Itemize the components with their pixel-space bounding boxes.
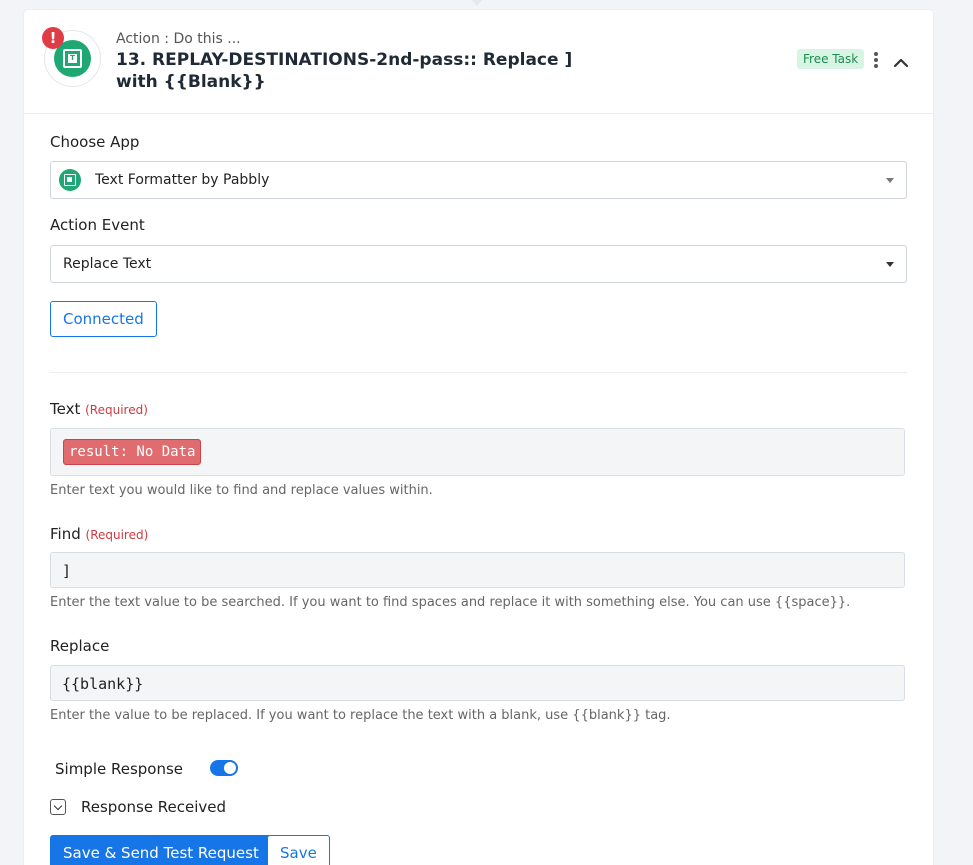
connected-button[interactable]: Connected [50,301,157,337]
action-step-card: T ! Action : Do this ... 13. REPLAY-DEST… [24,10,933,865]
dropdown-caret-icon [886,262,894,267]
replace-input[interactable]: {{blank}} [50,665,905,701]
more-options-icon[interactable] [870,51,882,71]
choose-app-value: Text Formatter by Pabbly [95,172,270,188]
free-task-badge: Free Task [797,49,865,69]
text-input[interactable]: result: No Data [50,428,905,476]
chevron-up-icon[interactable] [893,55,909,69]
simple-response-label: Simple Response [55,760,184,778]
simple-response-toggle[interactable] [210,760,238,776]
find-field-label: Find (Required) [50,525,149,543]
step-header[interactable]: T ! Action : Do this ... 13. REPLAY-DEST… [24,10,933,114]
variable-tag[interactable]: result: No Data [63,439,202,465]
response-received-label[interactable]: Response Received [81,798,226,816]
find-input[interactable]: ] [50,552,905,588]
error-icon: ! [42,27,64,49]
step-subtitle: Action : Do this ... [116,31,241,47]
find-value: ] [62,562,72,580]
required-indicator: (Required) [85,403,148,417]
replace-value: {{blank}} [62,675,144,693]
action-event-select[interactable]: Replace Text [50,245,907,283]
find-help: Enter the text value to be searched. If … [50,595,851,610]
replace-field-label: Replace [50,637,110,655]
step-connector-arrow [470,0,484,6]
text-formatter-icon [59,169,81,191]
text-help: Enter text you would like to find and re… [50,483,433,498]
action-event-value: Replace Text [63,256,152,272]
save-button[interactable]: Save [267,835,330,865]
step-title: 13. REPLAY-DESTINATIONS-2nd-pass:: Repla… [116,50,573,92]
chevron-down-icon[interactable] [50,799,66,815]
choose-app-label: Choose App [50,133,140,151]
save-and-test-button[interactable]: Save & Send Test Request [50,835,272,865]
replace-help: Enter the value to be replaced. If you w… [50,708,671,723]
section-divider [50,372,907,373]
text-field-label: Text (Required) [50,400,148,418]
choose-app-select[interactable]: Text Formatter by Pabbly [50,161,907,199]
required-indicator: (Required) [85,528,149,542]
dropdown-caret-icon [886,178,894,183]
action-event-label: Action Event [50,216,145,234]
